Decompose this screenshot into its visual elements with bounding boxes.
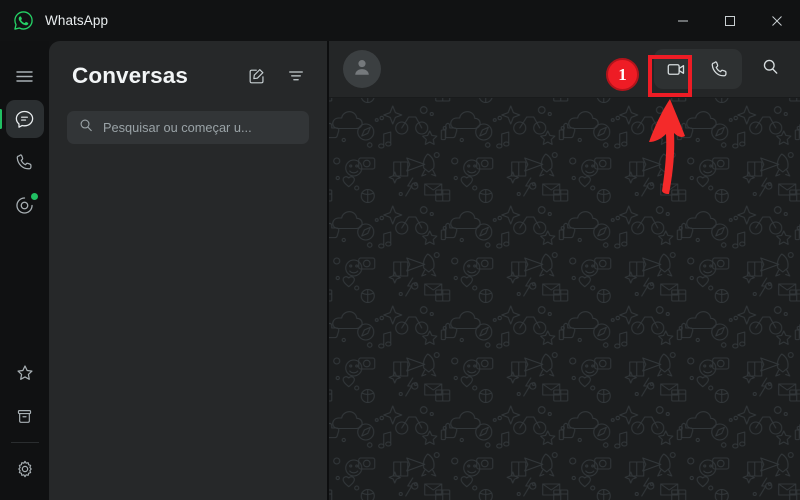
sidebar-item-starred[interactable] (6, 354, 44, 392)
new-chat-button[interactable] (242, 61, 272, 91)
page-title: Conversas (72, 63, 188, 88)
title-bar: WhatsApp (0, 0, 800, 41)
filter-icon (287, 67, 305, 85)
sidebar-item-calls[interactable] (6, 143, 44, 181)
filter-chats-button[interactable] (281, 61, 311, 91)
up-arrow-annotation (625, 95, 707, 195)
search-placeholder-text: Pesquisar ou começar u... (103, 120, 252, 135)
status-unread-dot (30, 193, 38, 200)
default-person-avatar-icon (351, 56, 373, 83)
minimize-button[interactable] (659, 0, 706, 41)
chat-bubble-icon (14, 109, 35, 130)
video-call-highlight-box (648, 55, 692, 97)
whatsapp-desktop-window: WhatsApp Conversas Pesquisar ou começar … (0, 0, 800, 500)
phone-icon (15, 152, 35, 172)
conversation-area (328, 41, 800, 500)
sidebar-item-settings[interactable] (6, 450, 44, 488)
voice-call-button[interactable] (698, 49, 742, 89)
search-icon (79, 118, 93, 137)
close-button[interactable] (753, 0, 800, 41)
archive-box-icon (15, 407, 34, 426)
compose-new-chat-icon (248, 67, 266, 85)
phone-handset-icon (710, 59, 730, 79)
conversation-wallpaper (328, 98, 800, 500)
sidebar-item-archived[interactable] (6, 397, 44, 435)
star-icon (15, 363, 35, 383)
search-icon (762, 58, 779, 80)
sidebar-item-status[interactable] (6, 186, 44, 224)
conversation-header (328, 41, 800, 98)
hamburger-menu-icon (15, 67, 34, 86)
rail-divider (10, 442, 39, 443)
chat-list-header: Conversas (49, 41, 327, 111)
search-input[interactable]: Pesquisar ou começar u... (67, 111, 309, 144)
maximize-button[interactable] (706, 0, 753, 41)
sidebar-item-menu[interactable] (6, 57, 44, 95)
step-number-badge: 1 (606, 58, 639, 91)
left-navigation-rail (0, 41, 49, 500)
whatsapp-logo-icon (13, 10, 34, 31)
search-container: Pesquisar ou começar u... (49, 111, 327, 144)
gear-icon (15, 459, 35, 479)
search-in-chat-button[interactable] (753, 49, 787, 89)
window-controls (659, 0, 800, 41)
chat-list-actions (242, 61, 311, 91)
chat-list-panel: Conversas Pesquisar ou começar u... (49, 41, 327, 500)
sidebar-item-chats[interactable] (0, 100, 44, 138)
app-title: WhatsApp (45, 13, 109, 28)
avatar[interactable] (342, 50, 381, 88)
app-brand: WhatsApp (0, 10, 108, 31)
